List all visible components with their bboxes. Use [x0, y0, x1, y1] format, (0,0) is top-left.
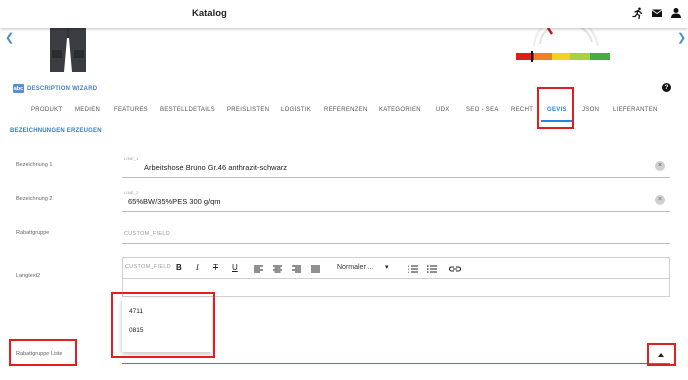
- bullet-list-icon[interactable]: [427, 265, 437, 273]
- description-wizard[interactable]: abc DESCRIPTION WIZARD: [13, 84, 97, 93]
- tab-logistik[interactable]: LOGISTIK: [281, 107, 311, 113]
- rabattgruppe-label: Rabattgruppe: [16, 230, 50, 236]
- run-icon[interactable]: [632, 7, 644, 19]
- page-title: Katalog: [192, 8, 227, 19]
- tab-gevis[interactable]: GEVIS: [547, 107, 567, 113]
- rabattgruppe-liste-underline: [122, 363, 670, 364]
- tab-seo-sea[interactable]: SEO - SEA: [466, 107, 499, 113]
- bezeichnung2-label: Bezeichnung 2: [16, 196, 53, 202]
- next-arrow-icon[interactable]: ❯: [677, 31, 686, 44]
- help-icon[interactable]: ?: [662, 83, 671, 92]
- tab-bestelldetails[interactable]: BESTELLDETAILS: [160, 107, 215, 113]
- editor-toolbar: CUSTOM_FIELD B I T U Normaler ... ▾: [123, 258, 669, 279]
- tab-udx[interactable]: UDX: [436, 107, 450, 113]
- bezeichnung2-value[interactable]: 65%BW/35%PES 300 g/qm: [128, 197, 221, 206]
- tab-referenzen[interactable]: REFERENZEN: [324, 107, 368, 113]
- tab-kategorien[interactable]: KATEGORIEN: [379, 107, 421, 113]
- tab-json[interactable]: JSON: [582, 107, 599, 113]
- italic-icon[interactable]: I: [196, 263, 199, 272]
- tab-lieferanten[interactable]: LIEFERANTEN: [613, 107, 658, 113]
- clear-icon[interactable]: ×: [655, 195, 665, 205]
- align-left-icon[interactable]: [254, 265, 263, 273]
- mail-icon[interactable]: [651, 7, 663, 19]
- app-header: Katalog: [0, 0, 688, 28]
- caret-up-icon[interactable]: [648, 346, 674, 364]
- rabattgruppe-placeholder: CUSTOM_FIELD: [124, 231, 170, 237]
- tab-produkt[interactable]: PRODUKT: [31, 107, 62, 113]
- user-icon[interactable]: [670, 7, 682, 19]
- dropdown-toggle[interactable]: [648, 346, 674, 364]
- rabattgruppe-dropdown-menu: 4711 0815: [122, 298, 212, 352]
- link-icon[interactable]: [449, 264, 461, 273]
- clear-icon[interactable]: ×: [655, 161, 665, 171]
- score-gauge: [516, 28, 610, 62]
- bezeichnung1-mini-label: LINE_1: [124, 156, 139, 161]
- underline-icon[interactable]: U: [232, 263, 238, 272]
- bezeichnung2-mini-label: LINE_2: [124, 190, 139, 195]
- dropdown-option[interactable]: 4711: [129, 308, 143, 315]
- tab-preislisten[interactable]: PREISLISTEN: [227, 107, 269, 113]
- rabattgruppe-liste-label: Rabattgruppe Liste: [16, 351, 63, 357]
- bezeichnung2-underline: [122, 211, 670, 212]
- tab-bar: PRODUKT MEDIEN FEATURES BESTELLDETAILS P…: [0, 102, 688, 122]
- tab-medien[interactable]: MEDIEN: [75, 107, 100, 113]
- abc-icon: abc: [13, 84, 24, 93]
- chevron-down-icon[interactable]: ▾: [385, 263, 389, 271]
- rabattgruppe-field[interactable]: CUSTOM_FIELD: [122, 225, 670, 245]
- rabattgruppe-underline: [122, 243, 670, 244]
- align-right-icon[interactable]: [292, 265, 301, 273]
- active-tab-indicator: [541, 120, 573, 122]
- tab-recht[interactable]: RECHT: [511, 107, 533, 113]
- langtext2-placeholder: CUSTOM_FIELD: [125, 264, 171, 270]
- strikethrough-icon[interactable]: T: [213, 263, 218, 272]
- align-justify-icon[interactable]: [311, 265, 320, 273]
- paragraph-format-select[interactable]: Normaler ...: [337, 264, 374, 271]
- wizard-label: DESCRIPTION WIZARD: [27, 85, 98, 92]
- bold-icon[interactable]: B: [176, 263, 182, 272]
- langtext2-editor[interactable]: CUSTOM_FIELD B I T U Normaler ... ▾: [122, 257, 670, 297]
- tab-features[interactable]: FEATURES: [114, 107, 148, 113]
- bezeichnung1-value[interactable]: Arbeitshose Bruno Gr.46 anthrazit-schwar…: [144, 163, 287, 172]
- bezeichnung1-underline: [122, 177, 670, 178]
- bezeichnung1-label: Bezeichnung 1: [16, 162, 53, 168]
- align-center-icon[interactable]: [273, 265, 282, 273]
- section-title: BEZEICHNUNGEN ERZEUGEN: [10, 128, 102, 134]
- prev-arrow-icon[interactable]: ❮: [5, 31, 14, 44]
- dropdown-option[interactable]: 0815: [129, 327, 143, 334]
- bezeichnung2-field[interactable]: LINE_2 65%BW/35%PES 300 g/qm ×: [122, 190, 670, 212]
- product-image: [50, 28, 86, 72]
- langtext2-label: Langtext2: [16, 273, 41, 279]
- bezeichnung1-field[interactable]: LINE_1 Arbeitshose Bruno Gr.46 anthrazit…: [122, 156, 670, 178]
- ordered-list-icon[interactable]: [408, 265, 418, 273]
